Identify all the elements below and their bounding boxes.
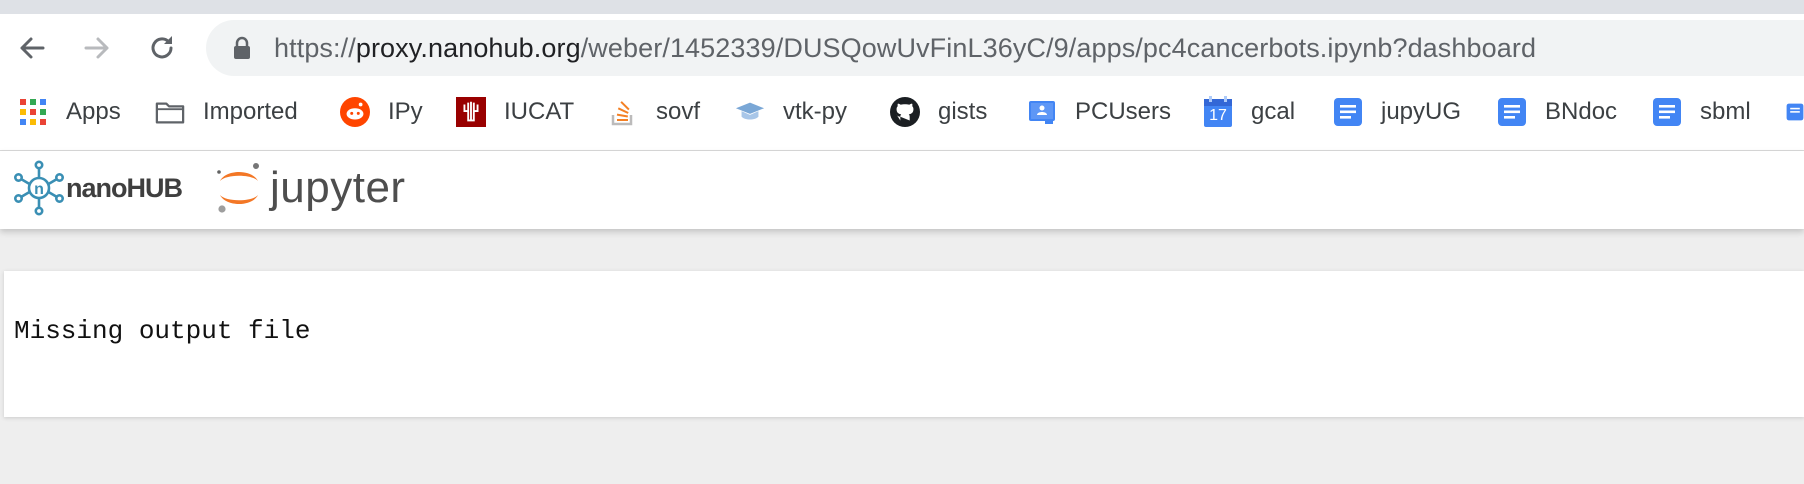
bookmark-jupyug[interactable]: jupyUG: [1333, 94, 1461, 130]
jupyter-orbit-icon: [217, 163, 259, 213]
folder-icon: [155, 97, 185, 127]
bookmark-label: Apps: [66, 98, 121, 125]
stackoverflow-icon: [608, 97, 638, 127]
nanohub-logo-text: nanoHUB: [66, 172, 183, 203]
bookmark-bndoc[interactable]: BNdoc: [1497, 94, 1617, 130]
google-doc-icon: [1333, 97, 1363, 127]
reddit-icon: [340, 97, 370, 127]
bookmark-label: gists: [938, 98, 988, 125]
bookmark-label: sovf: [656, 98, 701, 125]
bookmark-gcal[interactable]: 17 gcal: [1203, 94, 1295, 130]
bookmark-label: BNdoc: [1545, 98, 1618, 125]
bookmark-label: IUCAT: [504, 98, 575, 125]
tab-strip: [0, 0, 1804, 14]
bookmark-label: sbml: [1700, 98, 1751, 125]
forward-arrow-icon: [84, 37, 109, 59]
bookmark-label: jupyUG: [1381, 98, 1462, 125]
reload-button[interactable]: [144, 30, 180, 66]
jupyter-logo-text: jupyter: [270, 163, 406, 212]
output-message: Missing output file: [14, 316, 311, 346]
back-arrow-icon: [20, 37, 45, 59]
bookmark-label: vtk-py: [783, 98, 848, 125]
url-path: /weber/1452339/DUSQowUvFinL36yC/9/apps/p…: [580, 33, 1537, 63]
nanohub-logo[interactable]: n nanoHUB: [14, 160, 183, 216]
forward-button[interactable]: [79, 30, 115, 66]
bookmark-overflow-partial[interactable]: [1786, 94, 1804, 130]
graduation-cap-icon: [735, 97, 765, 127]
jupyter-logo[interactable]: jupyter: [216, 160, 406, 216]
bookmark-label: PCUsers: [1075, 98, 1172, 125]
reload-icon: [151, 36, 173, 59]
bookmark-sbml[interactable]: sbml: [1652, 94, 1751, 130]
calendar-day-badge: 17: [1209, 107, 1227, 124]
iu-trident-icon: [456, 97, 486, 127]
bookmark-imported[interactable]: Imported: [155, 94, 298, 130]
calendar-icon: 17: [1203, 96, 1233, 127]
google-doc-icon: [1786, 97, 1804, 127]
bookmark-sovf[interactable]: sovf: [608, 94, 700, 130]
bookmark-label: gcal: [1251, 98, 1296, 125]
lock-icon: [232, 36, 252, 65]
bookmark-pcusers[interactable]: PCUsers: [1027, 94, 1171, 130]
bookmark-label: Imported: [203, 98, 298, 125]
url-host: proxy.nanohub.org: [355, 33, 581, 63]
bookmark-iucat[interactable]: IUCAT: [456, 94, 574, 130]
github-icon: [890, 97, 920, 127]
google-classroom-icon: [1027, 97, 1057, 127]
bookmark-apps[interactable]: Apps: [18, 94, 121, 130]
google-doc-icon: [1497, 97, 1527, 127]
bookmark-vtk-py[interactable]: vtk-py: [735, 94, 847, 130]
bookmark-gists[interactable]: gists: [890, 94, 987, 130]
nanohub-network-icon: n: [14, 160, 64, 216]
url-text[interactable]: https://proxy.nanohub.org/weber/1452339/…: [274, 30, 1536, 66]
url-scheme: https://: [274, 33, 356, 63]
back-button[interactable]: [14, 30, 50, 66]
apps-grid-icon: [18, 97, 48, 127]
bookmark-label: IPy: [388, 98, 423, 125]
svg-text:n: n: [34, 181, 44, 198]
bookmark-ipy[interactable]: IPy: [340, 94, 423, 130]
google-doc-icon: [1652, 97, 1682, 127]
